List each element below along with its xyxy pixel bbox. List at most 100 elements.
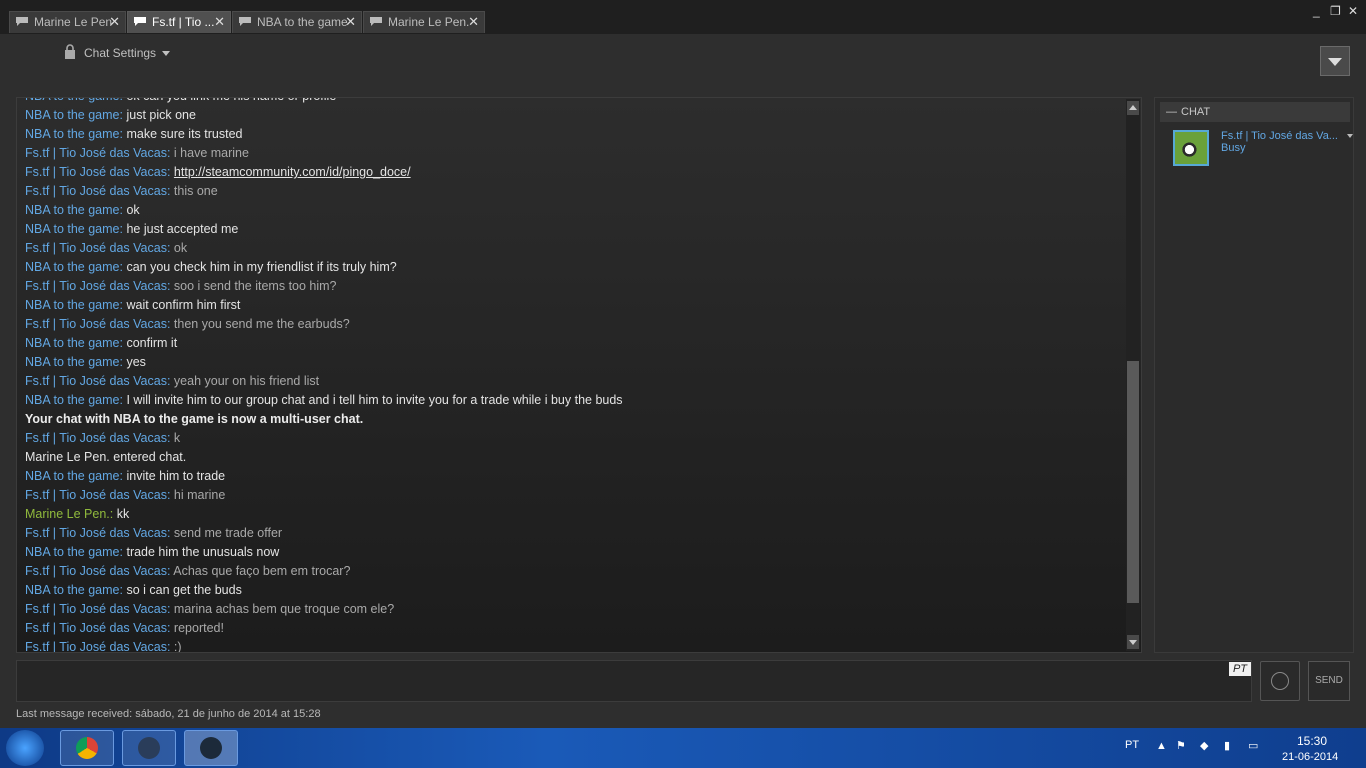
sender-name[interactable]: NBA to the game bbox=[25, 222, 120, 236]
members-header[interactable]: — CHAT bbox=[1160, 102, 1350, 122]
system-message-text: Your chat with NBA to the game is now a … bbox=[25, 412, 364, 426]
clock-date[interactable]: 21-06-2014 bbox=[1282, 751, 1338, 763]
avatar[interactable] bbox=[1173, 130, 1209, 166]
chat-settings-menu[interactable]: Chat Settings bbox=[84, 46, 171, 60]
chevron-down-icon[interactable] bbox=[1347, 134, 1353, 138]
sender-name[interactable]: NBA to the game bbox=[25, 355, 120, 369]
emoticon-button[interactable] bbox=[1260, 661, 1300, 701]
sender-name[interactable]: NBA to the game bbox=[25, 469, 120, 483]
chat-message: NBA to the game: confirm it bbox=[25, 336, 178, 350]
arrow-up-icon bbox=[1129, 105, 1137, 110]
message-text: send me trade offer bbox=[173, 526, 283, 540]
taskbar-chrome[interactable] bbox=[60, 730, 114, 766]
chevron-down-icon bbox=[162, 51, 171, 57]
sender-name[interactable]: NBA to the game bbox=[25, 393, 120, 407]
message-text: i have marine bbox=[173, 146, 249, 160]
taskbar-steam[interactable] bbox=[184, 730, 238, 766]
chat-log[interactable]: NBA to the game: ok can you link me his … bbox=[16, 97, 1142, 653]
language-badge: PT bbox=[1229, 662, 1251, 676]
tab-label: NBA to the game bbox=[257, 15, 348, 29]
collapse-icon[interactable]: — bbox=[1166, 102, 1177, 122]
chat-message: Fs.tf | Tio José das Vacas: reported! bbox=[25, 621, 224, 635]
message-text: ok bbox=[126, 203, 140, 217]
tab-label: Fs.tf | Tio ... bbox=[152, 15, 215, 29]
sender-name[interactable]: NBA to the game bbox=[25, 127, 120, 141]
sender-name[interactable]: Fs.tf | Tio José das Vacas bbox=[25, 526, 167, 540]
arrow-down-icon bbox=[1129, 640, 1137, 645]
members-header-label: CHAT bbox=[1181, 106, 1211, 118]
windows-start-icon[interactable] bbox=[6, 730, 44, 766]
clock-time[interactable]: 15:30 bbox=[1297, 734, 1327, 748]
chat-message: Fs.tf | Tio José das Vacas: then you sen… bbox=[25, 317, 350, 331]
close-tab-icon[interactable]: ✕ bbox=[468, 12, 479, 32]
system-message-text: Marine Le Pen. entered chat. bbox=[25, 450, 187, 464]
steam-icon bbox=[200, 737, 222, 759]
language-indicator[interactable]: PT bbox=[1125, 739, 1139, 751]
restore-button[interactable]: ❐ bbox=[1330, 4, 1341, 18]
dropdown-button[interactable] bbox=[1320, 46, 1350, 76]
chat-message: Marine Le Pen.: kk bbox=[25, 507, 130, 521]
tab-marine-le-pen[interactable]: Marine Le Pen ✕ bbox=[9, 11, 126, 33]
message-input[interactable] bbox=[16, 660, 1252, 702]
tab-marine-le-pen-dot[interactable]: Marine Le Pen. ✕ bbox=[363, 11, 485, 33]
sender-name[interactable]: NBA to the game bbox=[25, 203, 120, 217]
sender-name[interactable]: NBA to the game bbox=[25, 545, 120, 559]
message-text: just pick one bbox=[126, 108, 196, 122]
sender-name[interactable]: NBA to the game bbox=[25, 336, 120, 350]
taskbar-teamspeak[interactable] bbox=[122, 730, 176, 766]
chat-message: NBA to the game: he just accepted me bbox=[25, 222, 239, 236]
safely-remove-icon[interactable]: ▮ bbox=[1224, 739, 1230, 752]
tab-nba-to-the-game[interactable]: NBA to the game ✕ bbox=[232, 11, 362, 33]
chat-message: Your chat with NBA to the game is now a … bbox=[25, 410, 1119, 429]
sender-name[interactable]: Fs.tf | Tio José das Vacas bbox=[25, 621, 167, 635]
message-text: can you check him in my friendlist if it… bbox=[126, 260, 397, 274]
tab-fs-tf[interactable]: Fs.tf | Tio ... ✕ bbox=[127, 11, 231, 33]
chat-message: Fs.tf | Tio José das Vacas: Achas que fa… bbox=[25, 564, 351, 578]
sender-name[interactable]: Fs.tf | Tio José das Vacas bbox=[25, 279, 167, 293]
sender-name[interactable]: Fs.tf | Tio José das Vacas bbox=[25, 146, 167, 160]
sender-name[interactable]: Fs.tf | Tio José das Vacas bbox=[25, 431, 167, 445]
scroll-down-button[interactable] bbox=[1127, 635, 1139, 649]
network-icon[interactable]: ▭ bbox=[1248, 739, 1258, 752]
send-button[interactable]: SEND bbox=[1308, 661, 1350, 701]
close-tab-icon[interactable]: ✕ bbox=[214, 12, 225, 32]
chat-message: NBA to the game: make sure its trusted bbox=[25, 127, 243, 141]
chat-message: Fs.tf | Tio José das Vacas: i have marin… bbox=[25, 146, 249, 160]
minimize-button[interactable]: _ bbox=[1313, 4, 1320, 18]
close-tab-icon[interactable]: ✕ bbox=[109, 12, 120, 32]
sender-name[interactable]: Fs.tf | Tio José das Vacas bbox=[25, 317, 167, 331]
message-text: kk bbox=[116, 507, 130, 521]
flag-icon[interactable]: ⚑ bbox=[1176, 739, 1186, 752]
scrollbar[interactable] bbox=[1126, 99, 1140, 651]
message-text: Achas que faço bem em trocar? bbox=[173, 564, 351, 578]
message-text: marina achas bem que troque com ele? bbox=[173, 602, 395, 616]
sender-name[interactable]: Fs.tf | Tio José das Vacas bbox=[25, 488, 167, 502]
sender-name[interactable]: Fs.tf | Tio José das Vacas bbox=[25, 241, 167, 255]
sender-name[interactable]: Fs.tf | Tio José das Vacas bbox=[25, 602, 167, 616]
sender-name[interactable]: Fs.tf | Tio José das Vacas bbox=[25, 640, 167, 652]
dropbox-icon[interactable]: ◆ bbox=[1200, 739, 1208, 752]
chat-message: Fs.tf | Tio José das Vacas: hi marine bbox=[25, 488, 226, 502]
message-text: yes bbox=[126, 355, 146, 369]
sender-name[interactable]: NBA to the game bbox=[25, 260, 120, 274]
scroll-up-button[interactable] bbox=[1127, 101, 1139, 115]
sender-name[interactable]: Fs.tf | Tio José das Vacas bbox=[25, 564, 167, 578]
sender-name[interactable]: NBA to the game bbox=[25, 108, 120, 122]
message-text: yeah your on his friend list bbox=[173, 374, 320, 388]
sender-name[interactable]: NBA to the game bbox=[25, 98, 120, 103]
sender-name[interactable]: Fs.tf | Tio José das Vacas bbox=[25, 184, 167, 198]
sender-name[interactable]: Fs.tf | Tio José das Vacas bbox=[25, 374, 167, 388]
message-link[interactable]: http://steamcommunity.com/id/pingo_doce/ bbox=[174, 165, 411, 179]
close-window-button[interactable]: ✕ bbox=[1348, 4, 1358, 18]
friend-name[interactable]: Fs.tf | Tio José das Va... bbox=[1221, 130, 1338, 142]
message-text: I will invite him to our group chat and … bbox=[126, 393, 623, 407]
sender-name[interactable]: Marine Le Pen. bbox=[25, 507, 110, 521]
sender-name[interactable]: Fs.tf | Tio José das Vacas bbox=[25, 165, 167, 179]
close-tab-icon[interactable]: ✕ bbox=[345, 12, 356, 32]
sender-name[interactable]: NBA to the game bbox=[25, 298, 120, 312]
sender-name[interactable]: NBA to the game bbox=[25, 583, 120, 597]
show-hidden-icons-icon[interactable]: ▲ bbox=[1156, 740, 1167, 752]
scroll-thumb[interactable] bbox=[1127, 361, 1139, 603]
chat-message: NBA to the game: ok bbox=[25, 203, 140, 217]
message-text: k bbox=[173, 431, 181, 445]
